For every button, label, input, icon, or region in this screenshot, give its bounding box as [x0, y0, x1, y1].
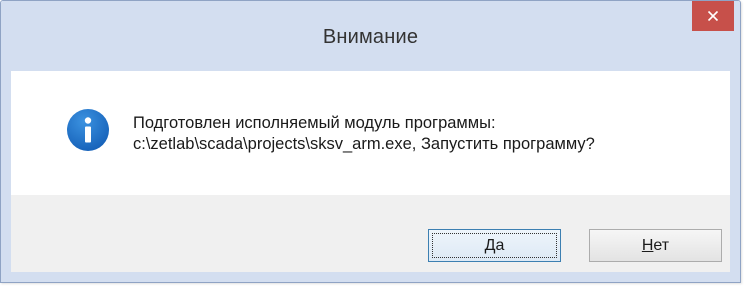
title-bar[interactable]: Внимание [1, 1, 740, 71]
yes-button-label: Да [485, 237, 505, 255]
frame-left [1, 71, 11, 272]
message-line-2: c:\zetlab\scada\projects\sksv_arm.exe, З… [133, 135, 595, 153]
message-text: Подготовлен исполняемый модуль программы… [133, 113, 595, 155]
close-button[interactable] [692, 1, 734, 31]
dialog-title: Внимание [322, 26, 419, 48]
yes-button[interactable]: Да [428, 229, 561, 262]
frame-right [730, 71, 740, 272]
no-button[interactable]: Нет [589, 229, 722, 262]
yes-mnemonic: Д [484, 236, 496, 254]
message-dialog: Внимание Подготовлен исполняемый модуль … [0, 0, 741, 283]
button-bar: Да Нет [11, 195, 730, 274]
no-button-label: Нет [642, 237, 669, 255]
close-icon [707, 10, 719, 22]
message-area: Подготовлен исполняемый модуль программы… [11, 71, 730, 195]
frame-bottom [1, 272, 740, 282]
no-label-rest: ет [653, 236, 670, 254]
message-line-1: Подготовлен исполняемый модуль программы… [133, 114, 496, 132]
no-mnemonic: Н [641, 236, 654, 254]
info-icon [67, 109, 109, 151]
yes-label-rest: а [495, 236, 505, 254]
